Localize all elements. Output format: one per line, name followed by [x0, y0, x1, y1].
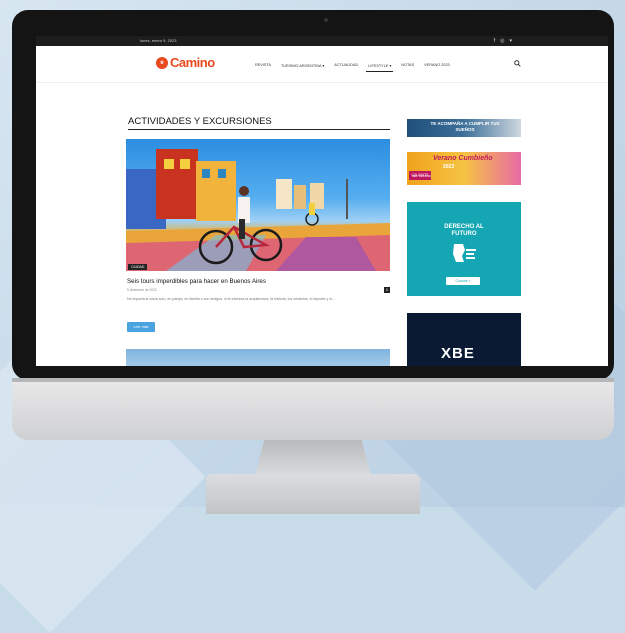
section-divider	[128, 129, 390, 130]
logo-mark: e	[156, 56, 168, 69]
site-header: e Camino REVISTA TURISMO ARGENTINA ▾ ACT…	[36, 46, 608, 83]
instagram-icon[interactable]: ◎	[500, 36, 504, 46]
social-links: f ◎ ▾	[494, 36, 512, 46]
read-more-button[interactable]: Leer más	[127, 322, 155, 332]
banner-3-button[interactable]: Conocé +	[446, 277, 480, 285]
main-nav: REVISTA TURISMO ARGENTINA ▾ ACTUALIDAD L…	[255, 63, 450, 72]
comment-count-badge[interactable]: 0	[384, 287, 390, 293]
nav-item-turismo-argentina[interactable]: TURISMO ARGENTINA ▾	[281, 63, 324, 68]
search-icon[interactable]	[514, 60, 521, 67]
sidebar-banner-3[interactable]: DERECHO AL FUTURO Conocé +	[407, 202, 521, 296]
current-date: lunes, enero 9, 2023	[140, 38, 177, 43]
website-screen: lunes, enero 9, 2023 f ◎ ▾ e Camino REVI…	[36, 36, 608, 366]
banner-2-year: 2023	[443, 164, 455, 170]
top-bar: lunes, enero 9, 2023 f ◎ ▾	[36, 36, 608, 46]
province-map-icon	[453, 244, 476, 262]
facebook-icon[interactable]: f	[494, 36, 495, 46]
banner-4-text: XBE	[441, 345, 475, 362]
sidebar-banner-2[interactable]: Verano Cumbieño 2023 CALIENTE DEL VERANO	[407, 152, 521, 185]
nav-item-notas[interactable]: NOTAS	[401, 63, 414, 68]
youtube-icon[interactable]: ▾	[509, 36, 512, 46]
post-date: 5 diciembre de 2022	[127, 288, 157, 292]
post-category-tag[interactable]: CIUDAD	[128, 264, 148, 270]
nav-item-revista[interactable]: REVISTA	[255, 63, 271, 68]
sidebar-banner-4[interactable]: XBE	[407, 313, 521, 366]
banner-2-title: Verano Cumbieño	[433, 155, 493, 162]
post-featured-image[interactable]	[126, 139, 390, 271]
nav-item-actualidad[interactable]: ACTUALIDAD	[334, 63, 358, 68]
monitor-chin-edge	[12, 378, 614, 382]
sidebar-banner-1[interactable]: TE ACOMPAÑA A CUMPLIR TUS SUEÑOS	[407, 119, 521, 137]
camera-icon	[324, 18, 328, 22]
banner-1-text: TE ACOMPAÑA A CUMPLIR TUS SUEÑOS	[430, 121, 500, 132]
section-title: ACTIVIDADES Y EXCURSIONES	[128, 116, 272, 127]
nav-item-verano-2023[interactable]: VERANO 2023	[424, 63, 450, 68]
post-excerpt: No importa si sos/a solo, en pareja, en …	[127, 297, 336, 301]
monitor-chin	[12, 378, 614, 440]
monitor-stand-neck	[255, 440, 371, 476]
banner-2-sub: DEL VERANO	[412, 174, 432, 178]
next-post-image[interactable]	[126, 349, 390, 366]
street-photo	[126, 149, 390, 271]
banner-3-heading: DERECHO AL FUTURO	[444, 224, 484, 237]
logo-text: Camino	[170, 55, 215, 70]
site-logo[interactable]: e Camino	[156, 55, 215, 70]
nav-item-lifestyle[interactable]: LIFESTYLE ▾	[366, 63, 394, 72]
post-title[interactable]: Seis tours imperdibles para hacer en Bue…	[127, 278, 266, 285]
monitor-stand-base	[206, 474, 420, 514]
